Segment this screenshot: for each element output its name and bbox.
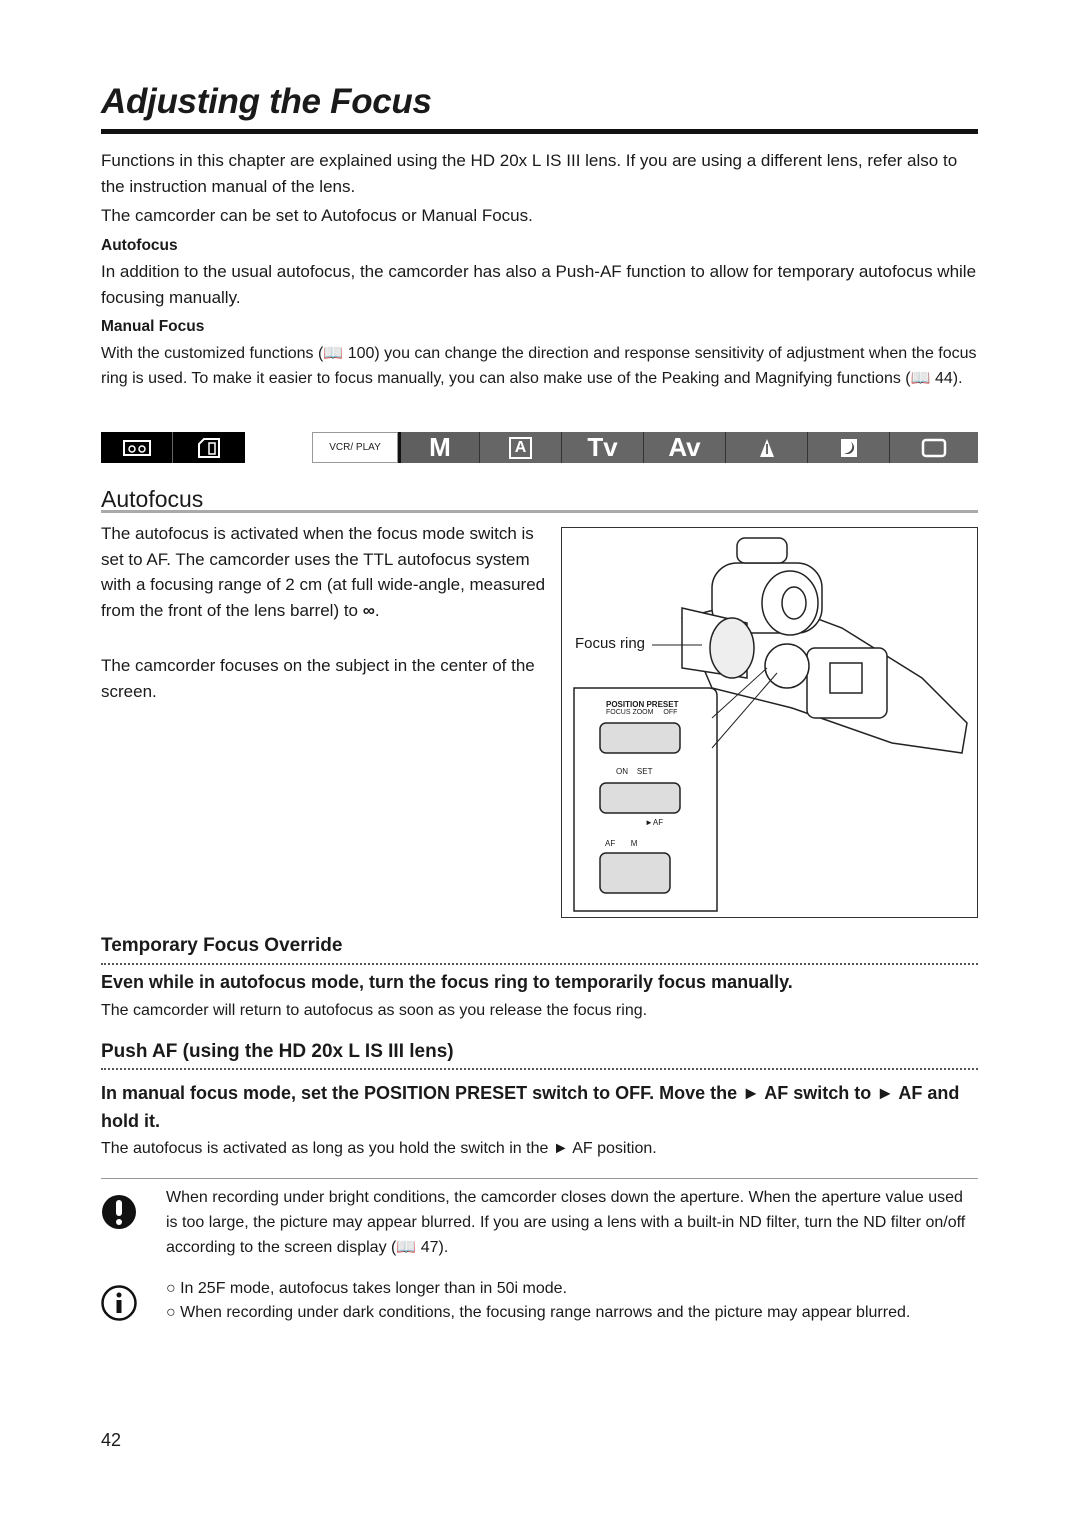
override-note: The camcorder will return to autofocus a…	[101, 1002, 648, 1019]
camcorder-illustration	[573, 537, 968, 912]
info-item: ○ In 25F mode, autofocus takes longer th…	[166, 1280, 568, 1297]
push-af-instruction: In manual focus mode, set the POSITION P…	[101, 1083, 960, 1131]
on-set-labels: ON SET	[616, 767, 653, 776]
book-icon: 📖	[910, 370, 931, 387]
page-ref[interactable]: 100	[348, 345, 375, 362]
page-ref[interactable]: 44	[935, 370, 953, 387]
push-af-note: The autofocus is activated as long as yo…	[101, 1140, 657, 1157]
autofocus-text: In addition to the usual autofocus, the …	[101, 262, 977, 307]
af-m-labels: AF M	[605, 839, 638, 848]
caution-icon	[101, 1194, 137, 1235]
mode-auto: A	[480, 432, 562, 463]
book-icon: 📖	[323, 345, 344, 362]
mode-vcr-play: VCR/ PLAY	[312, 432, 398, 463]
push-af-label: ►AF	[645, 818, 664, 827]
page-ref[interactable]: 47	[421, 1239, 439, 1256]
title-rule	[101, 129, 978, 134]
caution-text: When recording under bright conditions, …	[166, 1189, 966, 1256]
info-item: ○ When recording under dark conditions, …	[166, 1304, 911, 1321]
full-auto-icon	[890, 432, 978, 463]
infinity-symbol: ∞	[362, 600, 375, 620]
mode-av: Av	[644, 432, 726, 463]
override-instruction: Even while in autofocus mode, turn the f…	[101, 972, 793, 992]
dotted-divider	[101, 1068, 978, 1070]
book-icon: 📖	[396, 1239, 417, 1256]
section-heading: Autofocus	[101, 486, 204, 512]
intro-paragraph-2: The camcorder can be set to Autofocus or…	[101, 206, 533, 225]
tape-icon	[101, 432, 173, 463]
manual-focus-subheading: Manual Focus	[101, 318, 205, 335]
media-mode-bar	[101, 432, 245, 463]
page-number: 42	[101, 1430, 122, 1450]
manual-focus-text: With the customized functions (📖 100) yo…	[101, 345, 977, 387]
shooting-mode-bar: VCR/ PLAY M A Tv Av	[312, 432, 978, 463]
section-rule	[101, 510, 978, 513]
info-icon	[101, 1285, 137, 1326]
note-divider	[101, 1178, 978, 1179]
push-af-heading: Push AF (using the HD 20x L IS III lens)	[101, 1041, 454, 1062]
autofocus-subheading: Autofocus	[101, 237, 178, 254]
card-icon	[173, 432, 245, 463]
focus-zoom-labels: FOCUS ZOOM OFF	[606, 709, 678, 716]
position-preset-label: POSITION PRESET	[606, 700, 679, 709]
focus-ring-label: Focus ring	[575, 635, 646, 652]
autofocus-center-text: The camcorder focuses on the subject in …	[101, 656, 535, 701]
override-heading: Temporary Focus Override	[101, 935, 343, 956]
mode-manual: M	[398, 432, 480, 463]
night-icon	[808, 432, 890, 463]
intro-paragraph: Functions in this chapter are explained …	[101, 151, 958, 196]
spotlight-icon	[726, 432, 808, 463]
camcorder-figure: Focus ring POSITION PRESET FOCUS ZOOM OF…	[561, 527, 978, 918]
mode-tv: Tv	[562, 432, 644, 463]
dotted-divider	[101, 963, 978, 965]
autofocus-description: The autofocus is activated when the focu…	[101, 524, 546, 620]
page-title: Adjusting the Focus	[101, 82, 432, 121]
